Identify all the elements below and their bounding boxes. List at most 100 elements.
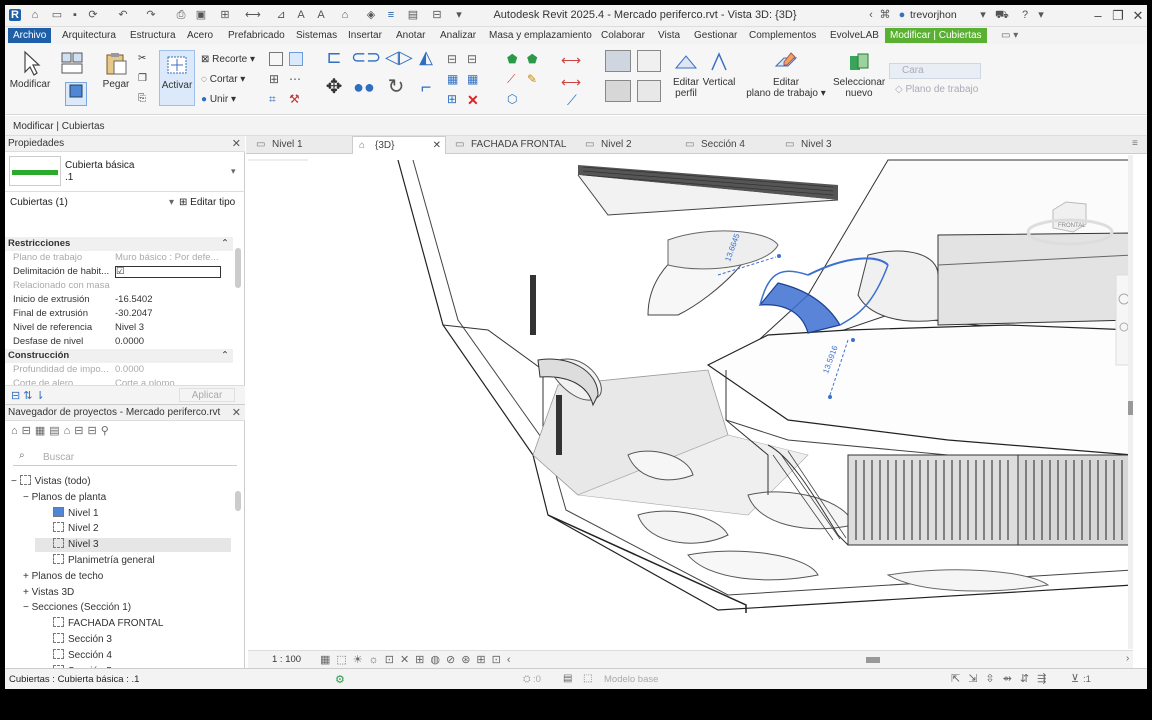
split-gap-icon[interactable]: ⊟: [467, 52, 481, 66]
model-selector[interactable]: Modelo base: [604, 674, 658, 685]
dimension-icon[interactable]: ⟷: [245, 9, 261, 21]
wall-join-icon[interactable]: ⊞: [269, 72, 283, 86]
cara-button[interactable]: Cara: [889, 63, 981, 79]
cortar-button[interactable]: ◌ Cortar ▾: [201, 74, 245, 85]
design-options-icon[interactable]: ▤: [563, 673, 572, 684]
tab-prefabricado[interactable]: Prefabricado: [228, 29, 285, 43]
properties-scrollbar[interactable]: [235, 248, 241, 288]
create-assembly-icon[interactable]: [605, 50, 631, 72]
tab-colaborar[interactable]: Colaborar: [601, 29, 645, 43]
pin-icon[interactable]: ⚒: [289, 92, 303, 106]
close-hidden-icon[interactable]: ▣: [195, 9, 207, 21]
binoculars-icon[interactable]: ⌘: [879, 9, 891, 21]
dimension-tool-icon[interactable]: ⟷: [561, 52, 581, 68]
tree-item[interactable]: Sección 4: [35, 648, 231, 663]
view-tab[interactable]: ⌂ {3D} ✕: [352, 136, 446, 154]
switch-windows-icon[interactable]: ⊟: [431, 9, 443, 21]
tab-masa[interactable]: Masa y emplazamiento: [489, 29, 592, 43]
qat-dropdown-icon[interactable]: ▾: [453, 9, 465, 21]
unpin-icon[interactable]: ⊞: [447, 92, 461, 106]
close-button[interactable]: ✕: [1129, 7, 1147, 25]
user-name[interactable]: trevorjhon: [910, 9, 957, 21]
save-icon[interactable]: ▪: [69, 9, 81, 21]
tab-insertar[interactable]: Insertar: [348, 29, 382, 43]
tabs-overflow-icon[interactable]: ≡: [1132, 138, 1138, 149]
property-value[interactable]: -30.2047: [115, 307, 221, 321]
view-controls-icons[interactable]: ▦⬚☀☼⊡✕⊞◍⊘⊛⊞⊡‹: [320, 653, 517, 666]
create-line-icon[interactable]: ⟋: [567, 92, 581, 108]
viewcube-face[interactable]: FRONTAL: [1058, 223, 1086, 229]
unir-button[interactable]: ● Unir ▾: [201, 94, 236, 105]
viewport-scroll-thumb-v[interactable]: [1128, 401, 1133, 415]
tree-item[interactable]: Planimetría general: [35, 554, 231, 568]
aplicar-button[interactable]: Aplicar: [179, 388, 235, 402]
filter-icon[interactable]: ⊻: [1071, 672, 1079, 685]
paint-icon[interactable]: [269, 52, 283, 66]
view-tab[interactable]: ▭ Nivel 3: [779, 136, 869, 154]
property-row[interactable]: Relacionado con masa: [5, 279, 233, 293]
filter-select-button[interactable]: [65, 82, 87, 106]
editar-perfil-button[interactable]: Editar perfil: [667, 50, 705, 99]
tree-item[interactable]: Nivel 3: [35, 538, 231, 553]
model-icon[interactable]: ⬚: [583, 673, 592, 684]
tab-arquitectura[interactable]: Arquitectura: [62, 29, 116, 43]
worksharing-icon[interactable]: ⚙: [335, 673, 345, 686]
type-selector-dropdown-icon[interactable]: ▾: [231, 166, 236, 177]
paint-brush-icon[interactable]: ✎: [527, 72, 541, 86]
property-value[interactable]: Muro básico : Por defe...: [115, 251, 221, 265]
property-value[interactable]: 0.0000: [115, 335, 221, 349]
editar-plano-button[interactable]: Editar plano de trabajo ▾: [745, 50, 827, 99]
cut-icon[interactable]: ✂: [138, 53, 146, 64]
help-search-prev-icon[interactable]: ‹: [865, 9, 877, 21]
selection-options-icons[interactable]: ⇱⇲⇳⇴⇵⇶: [951, 672, 1054, 685]
property-value[interactable]: Nivel 3: [115, 321, 221, 335]
demolish-icon[interactable]: ⋯: [289, 72, 303, 86]
view-icon-1[interactable]: ⬟: [507, 52, 521, 66]
rotate-icon[interactable]: ↻: [385, 77, 407, 97]
scroll-right-icon[interactable]: ›: [1126, 653, 1129, 664]
tab-acero[interactable]: Acero: [187, 29, 213, 43]
user-dropdown-icon[interactable]: ▾: [977, 9, 989, 21]
ribbon-options-icon[interactable]: ▭ ▾: [1001, 29, 1018, 43]
group-restricciones[interactable]: Restricciones ⌃: [5, 237, 233, 251]
property-value[interactable]: -16.5402: [115, 293, 221, 307]
vertical-button[interactable]: Vertical: [701, 50, 737, 88]
tab-analizar[interactable]: Analizar: [440, 29, 476, 43]
create-parts-icon[interactable]: [637, 50, 661, 72]
dim-aligned-icon[interactable]: ⟷: [561, 74, 581, 90]
align-tool-icon[interactable]: ⊏: [323, 48, 345, 66]
move-icon[interactable]: ✥: [323, 77, 345, 97]
close-icon[interactable]: ✕: [232, 405, 241, 421]
thin-lines-icon[interactable]: ≡: [385, 9, 397, 21]
tab-anotar[interactable]: Anotar: [396, 29, 425, 43]
view-icon-2[interactable]: ⬟: [527, 52, 541, 66]
sync-icon[interactable]: ⟳: [87, 9, 99, 21]
copy-elements-icon[interactable]: ●●: [351, 78, 377, 96]
open-icon[interactable]: ▭: [51, 9, 63, 21]
tree-item[interactable]: FACHADA FRONTAL: [35, 617, 231, 631]
match-type-icon[interactable]: ⎘: [138, 93, 146, 104]
close-windows-icon[interactable]: ▤: [407, 9, 419, 21]
tree-item[interactable]: − Secciones (Sección 1): [23, 601, 231, 615]
viewport-scroll-thumb-h[interactable]: [866, 657, 880, 663]
seleccionar-nuevo-button[interactable]: Seleccionar nuevo: [833, 50, 885, 99]
redo-icon[interactable]: ↷: [145, 9, 157, 21]
tag-icon[interactable]: ⊿: [275, 9, 287, 21]
instance-selector[interactable]: Cubiertas (1) ▾: [10, 195, 174, 211]
tab-estructura[interactable]: Estructura: [130, 29, 176, 43]
tab-archivo[interactable]: Archivo: [8, 28, 52, 43]
measure-icon[interactable]: ⊞: [219, 9, 231, 21]
browser-scrollbar[interactable]: [235, 491, 241, 511]
delete-icon[interactable]: ✕: [467, 92, 481, 108]
trim-icon[interactable]: ⌐: [415, 78, 437, 96]
search-box[interactable]: ⌕ Buscar: [13, 448, 237, 466]
property-row[interactable]: Desfase de nivel 0.0000: [5, 335, 233, 349]
tree-item[interactable]: + Planos de techo: [23, 570, 231, 584]
measure-tool-icon[interactable]: ⟋: [507, 72, 521, 86]
tab-complementos[interactable]: Complementos: [749, 29, 816, 43]
tree-item[interactable]: Nivel 2: [35, 522, 231, 536]
group-construccion[interactable]: Construcción ⌃: [5, 349, 233, 363]
view-tab[interactable]: ▭ Sección 4: [679, 136, 775, 154]
pegar-button[interactable]: Pegar: [99, 50, 133, 90]
property-row[interactable]: Delimitación de habit... ☑: [5, 265, 233, 279]
